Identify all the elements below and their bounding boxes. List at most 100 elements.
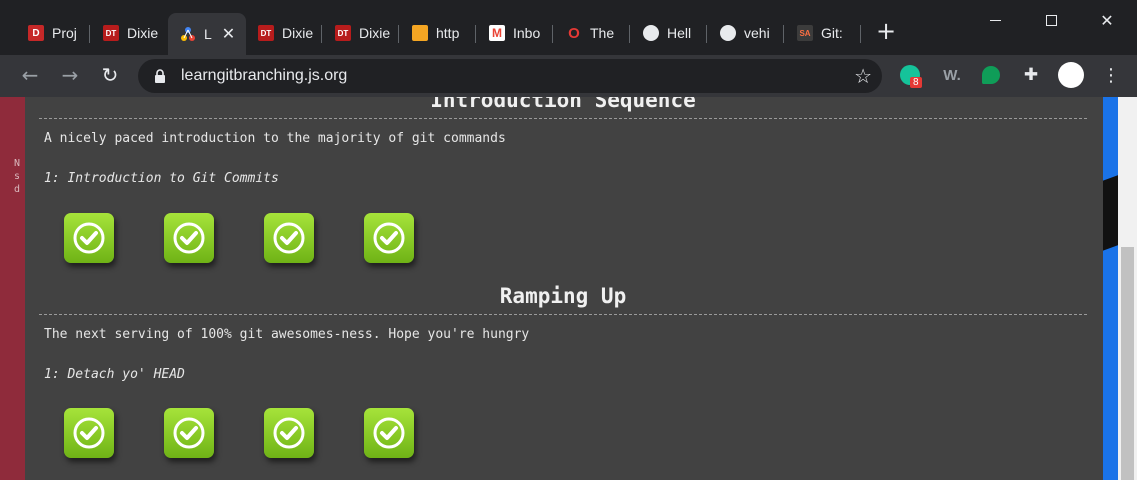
tab-strip: D Proj DT Dixie L ✕ DT Dixie DT Dixie ht… — [0, 0, 1137, 55]
background-text: N s d — [14, 158, 21, 195]
dt-icon: DT — [258, 25, 274, 41]
checkmark-icon — [373, 417, 405, 449]
tab-label: Inbo — [513, 25, 541, 41]
tab-label: Dixie — [359, 25, 391, 41]
tab-label: The — [590, 25, 615, 41]
address-bar[interactable]: learngitbranching.js.org ☆ — [138, 59, 882, 93]
tab-separator — [398, 25, 399, 43]
reload-icon: ↻ — [101, 63, 119, 87]
dixie-d-icon: D — [28, 25, 44, 41]
close-icon: ✕ — [1100, 10, 1114, 30]
close-window-button[interactable]: ✕ — [1084, 6, 1130, 34]
extensions-button[interactable]: ✚ — [1019, 63, 1043, 87]
checkmark-icon — [373, 222, 405, 254]
tab-separator — [783, 25, 784, 43]
amazon-box-icon — [412, 25, 428, 41]
tab-separator — [552, 25, 553, 43]
level-button[interactable] — [164, 213, 214, 263]
page-scrollbar[interactable] — [1118, 97, 1137, 480]
tab-label: Dixie — [282, 25, 314, 41]
puzzle-icon: ✚ — [1023, 65, 1039, 85]
tab-label: Git: — [821, 25, 843, 41]
checkmark-icon — [173, 417, 205, 449]
level-list — [64, 408, 414, 458]
checkmark-icon — [273, 222, 305, 254]
tab-separator — [860, 25, 861, 43]
w-extension[interactable]: W. — [940, 63, 964, 87]
checkmark-icon — [273, 417, 305, 449]
tab-label: Proj — [52, 25, 77, 41]
back-button[interactable]: ← — [16, 61, 44, 89]
minimize-icon — [989, 19, 1001, 21]
tab-separator — [475, 25, 476, 43]
star-icon[interactable]: ☆ — [854, 64, 872, 88]
lock-icon — [152, 68, 168, 84]
browser-toolbar: ← → ↻ learngitbranching.js.org ☆ 8 W. ✚ … — [0, 55, 1137, 97]
avatar — [1058, 62, 1084, 88]
tab-git[interactable]: SA Git: — [785, 19, 861, 47]
github-icon — [720, 25, 736, 41]
arrow-right-icon: → — [61, 63, 79, 87]
checkmark-icon — [73, 417, 105, 449]
page-content: N s d Introduction Sequence A nicely pac… — [0, 97, 1137, 480]
tab-separator — [706, 25, 707, 43]
section-divider — [39, 118, 1087, 119]
tab-separator — [629, 25, 630, 43]
close-tab-icon[interactable]: ✕ — [222, 24, 235, 44]
tab-project[interactable]: D Proj — [16, 19, 90, 47]
level-button[interactable] — [64, 213, 114, 263]
w-extension-label: W. — [943, 66, 961, 84]
minimize-button[interactable] — [972, 6, 1018, 34]
new-tab-button[interactable]: + — [874, 19, 898, 44]
level-name: 1: Introduction to Git Commits — [44, 171, 279, 186]
extension-badge: 8 — [910, 77, 922, 88]
tab-label: Dixie — [127, 25, 159, 41]
tab-dixie-1[interactable]: DT Dixie — [91, 19, 167, 47]
tab-learngitbranching[interactable]: L ✕ — [168, 13, 246, 55]
tab-http[interactable]: http — [400, 19, 476, 47]
level-button[interactable] — [364, 408, 414, 458]
tab-label: L — [204, 26, 212, 42]
level-button[interactable] — [264, 213, 314, 263]
level-button[interactable] — [164, 408, 214, 458]
opera-icon: O — [568, 24, 580, 42]
menu-button[interactable]: ⋮ — [1099, 63, 1123, 87]
checkmark-icon — [73, 222, 105, 254]
maximize-icon — [1045, 14, 1057, 26]
tab-separator — [321, 25, 322, 43]
maximize-button[interactable] — [1028, 6, 1074, 34]
level-name: 1: Detach yo' HEAD — [44, 367, 185, 382]
arrow-left-icon: ← — [21, 63, 39, 87]
sequence-title: Ramping Up — [499, 284, 627, 308]
tab-dixie-3[interactable]: DT Dixie — [323, 19, 399, 47]
scrollbar-thumb[interactable] — [1121, 247, 1134, 480]
kebab-menu-icon: ⋮ — [1102, 64, 1120, 86]
checkmark-icon — [173, 222, 205, 254]
url-text: learngitbranching.js.org — [181, 67, 348, 84]
profile-button[interactable] — [1057, 62, 1085, 88]
tab-inbox[interactable]: M Inbo — [477, 19, 553, 47]
tab-dixie-2[interactable]: DT Dixie — [246, 19, 322, 47]
sequence-description: A nicely paced introduction to the major… — [44, 131, 506, 146]
level-button[interactable] — [364, 213, 414, 263]
tab-vehi[interactable]: vehi — [708, 19, 784, 47]
tab-label: Hell — [667, 25, 692, 41]
dt-icon: DT — [103, 25, 119, 41]
forward-button[interactable]: → — [56, 61, 84, 89]
dt-icon: DT — [335, 25, 351, 41]
tab-separator — [89, 25, 90, 43]
reload-button[interactable]: ↻ — [96, 61, 124, 89]
tab-the[interactable]: O The — [554, 19, 630, 47]
level-button[interactable] — [264, 408, 314, 458]
grammarly-extension[interactable]: 8 — [898, 63, 922, 88]
tab-hello[interactable]: Hell — [631, 19, 707, 47]
hangouts-extension[interactable] — [979, 63, 1003, 87]
section-divider — [39, 314, 1087, 315]
chat-bubble-icon — [982, 66, 1000, 84]
tab-label: http — [436, 25, 460, 41]
level-button[interactable] — [64, 408, 114, 458]
gmail-icon: M — [489, 25, 505, 41]
sequence-title: Introduction Sequence — [430, 97, 696, 112]
learngitbranching-icon — [180, 26, 196, 42]
level-list — [64, 213, 414, 263]
